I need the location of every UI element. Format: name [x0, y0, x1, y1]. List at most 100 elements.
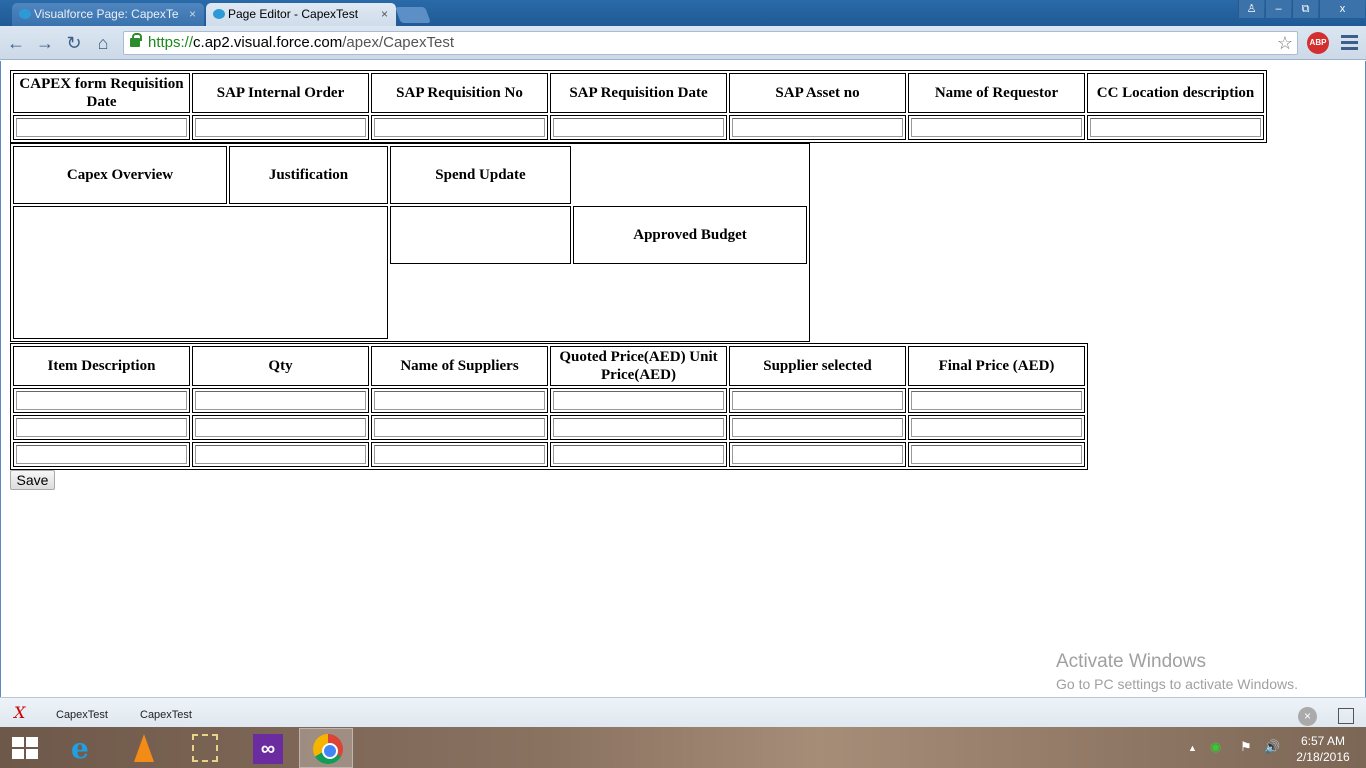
internet-explorer-icon[interactable]: e: [54, 728, 108, 768]
watermark-subtitle: Go to PC settings to activate Windows.: [1056, 676, 1298, 692]
back-arrow-icon[interactable]: ←: [5, 32, 27, 54]
close-window-button[interactable]: x: [1319, 0, 1365, 18]
url-host: c.ap2.visual.force.com: [193, 34, 343, 51]
volume-icon[interactable]: 🔊: [1264, 739, 1280, 755]
network-status-icon[interactable]: ◉: [1210, 739, 1221, 755]
items-table: Item Description Qty Name of Suppliers Q…: [10, 343, 1088, 470]
table-cell: [13, 115, 190, 140]
item-description-input[interactable]: [16, 391, 187, 410]
tab-page-editor[interactable]: Page Editor - CapexTest ×: [206, 3, 396, 26]
requisition-date-input[interactable]: [16, 118, 187, 137]
close-icon[interactable]: ×: [381, 3, 388, 25]
column-header: Quoted Price(AED) Unit Price(AED): [550, 346, 727, 386]
item-description-input[interactable]: [16, 445, 187, 464]
address-bar[interactable]: https://c.ap2.visual.force.com/apex/Cape…: [123, 31, 1298, 55]
close-circle-icon[interactable]: ×: [1298, 707, 1317, 726]
minimize-button[interactable]: –: [1265, 0, 1291, 18]
bookmark-star-icon[interactable]: ☆: [1277, 32, 1293, 54]
close-icon[interactable]: ×: [189, 3, 196, 25]
visual-studio-icon[interactable]: ∞: [240, 728, 294, 768]
supplier-selected-input[interactable]: [732, 445, 903, 464]
column-header: Name of Suppliers: [371, 346, 548, 386]
sap-requisition-date-input[interactable]: [553, 118, 724, 137]
panel-toggle-icon[interactable]: [1338, 708, 1354, 724]
restore-button[interactable]: ⧉: [1292, 0, 1318, 18]
final-price-input[interactable]: [911, 445, 1082, 464]
reload-icon[interactable]: ↻: [63, 32, 85, 54]
clock-time: 6:57 AM: [1300, 734, 1346, 748]
quoted-price-input[interactable]: [553, 391, 724, 410]
new-tab-button[interactable]: [395, 7, 431, 23]
tab-label: Page Editor - CapexTest: [228, 7, 359, 21]
requisition-header-table: CAPEX form Requisition Date SAP Internal…: [10, 70, 1267, 143]
column-header: SAP Requisition No: [371, 73, 548, 113]
column-header: CC Location description: [1087, 73, 1264, 113]
salesforce-cloud-icon: [19, 9, 31, 19]
salesforce-cloud-icon: [213, 9, 225, 19]
snipping-tool-icon[interactable]: [178, 728, 232, 768]
watermark-title: Activate Windows: [1056, 651, 1206, 672]
requestor-name-input[interactable]: [911, 118, 1082, 137]
forward-arrow-icon[interactable]: →: [34, 32, 56, 54]
justification-header: Justification: [229, 146, 388, 204]
spend-update-field[interactable]: [390, 206, 571, 264]
empty-cell: [573, 146, 807, 204]
browser-titlebar: Visualforce Page: CapexTe × Page Editor …: [0, 0, 1366, 26]
sap-asset-no-input[interactable]: [732, 118, 903, 137]
bottom-bar: X CapexTest CapexTest ×: [0, 697, 1366, 727]
vlc-icon[interactable]: [116, 728, 170, 768]
qty-input[interactable]: [195, 445, 366, 464]
supplier-name-input[interactable]: [374, 418, 545, 437]
column-header: Final Price (AED): [908, 346, 1085, 386]
bottom-bar-item[interactable]: CapexTest: [56, 709, 108, 721]
action-center-icon[interactable]: ⚑: [1240, 739, 1252, 755]
supplier-name-input[interactable]: [374, 391, 545, 410]
quoted-price-input[interactable]: [553, 418, 724, 437]
final-price-input[interactable]: [911, 418, 1082, 437]
table-cell: [371, 115, 548, 140]
tab-label: Visualforce Page: CapexTe: [34, 7, 179, 21]
url-text[interactable]: https://c.ap2.visual.force.com/apex/Cape…: [148, 34, 454, 51]
adblock-plus-icon[interactable]: ABP: [1307, 32, 1329, 54]
chrome-icon[interactable]: [299, 728, 353, 768]
column-header: Supplier selected: [729, 346, 906, 386]
column-header: Item Description: [13, 346, 190, 386]
save-button[interactable]: Save: [10, 470, 55, 490]
browser-toolbar: ← → ↻ ⌂ https://c.ap2.visual.force.com/a…: [0, 26, 1366, 60]
final-price-input[interactable]: [911, 391, 1082, 410]
menu-hamburger-icon[interactable]: [1341, 35, 1358, 51]
clock-date: 2/18/2016: [1296, 750, 1350, 764]
qty-input[interactable]: [195, 391, 366, 410]
capex-overview-textarea[interactable]: [13, 206, 388, 339]
column-header: Name of Requestor: [908, 73, 1085, 113]
cc-location-input[interactable]: [1090, 118, 1261, 137]
supplier-selected-input[interactable]: [732, 391, 903, 410]
user-icon[interactable]: ♙: [1238, 0, 1264, 18]
tab-visualforce-page[interactable]: Visualforce Page: CapexTe ×: [12, 3, 204, 26]
sap-requisition-no-input[interactable]: [374, 118, 545, 137]
table-cell: [550, 115, 727, 140]
bottom-bar-item[interactable]: CapexTest: [140, 709, 192, 721]
table-cell: [192, 115, 369, 140]
column-header: Qty: [192, 346, 369, 386]
home-icon[interactable]: ⌂: [92, 32, 114, 54]
supplier-selected-input[interactable]: [732, 418, 903, 437]
capex-overview-table: Capex Overview Justification Spend Updat…: [10, 143, 810, 342]
system-clock[interactable]: 6:57 AM 2/18/2016: [1290, 733, 1356, 765]
page-content: CAPEX form Requisition Date SAP Internal…: [0, 61, 1366, 697]
capex-overview-header: Capex Overview: [13, 146, 227, 204]
spend-update-header: Spend Update: [390, 146, 571, 204]
x-logo-icon[interactable]: X: [14, 703, 25, 722]
item-description-input[interactable]: [16, 418, 187, 437]
lock-icon: [130, 33, 142, 47]
column-header: CAPEX form Requisition Date: [13, 73, 190, 113]
tray-expand-icon[interactable]: ▲: [1188, 743, 1197, 753]
quoted-price-input[interactable]: [553, 445, 724, 464]
empty-cell: [390, 266, 807, 339]
windows-start-icon[interactable]: [12, 737, 38, 759]
table-cell: [908, 115, 1085, 140]
qty-input[interactable]: [195, 418, 366, 437]
supplier-name-input[interactable]: [374, 445, 545, 464]
sap-internal-order-input[interactable]: [195, 118, 366, 137]
table-cell: [1087, 115, 1264, 140]
